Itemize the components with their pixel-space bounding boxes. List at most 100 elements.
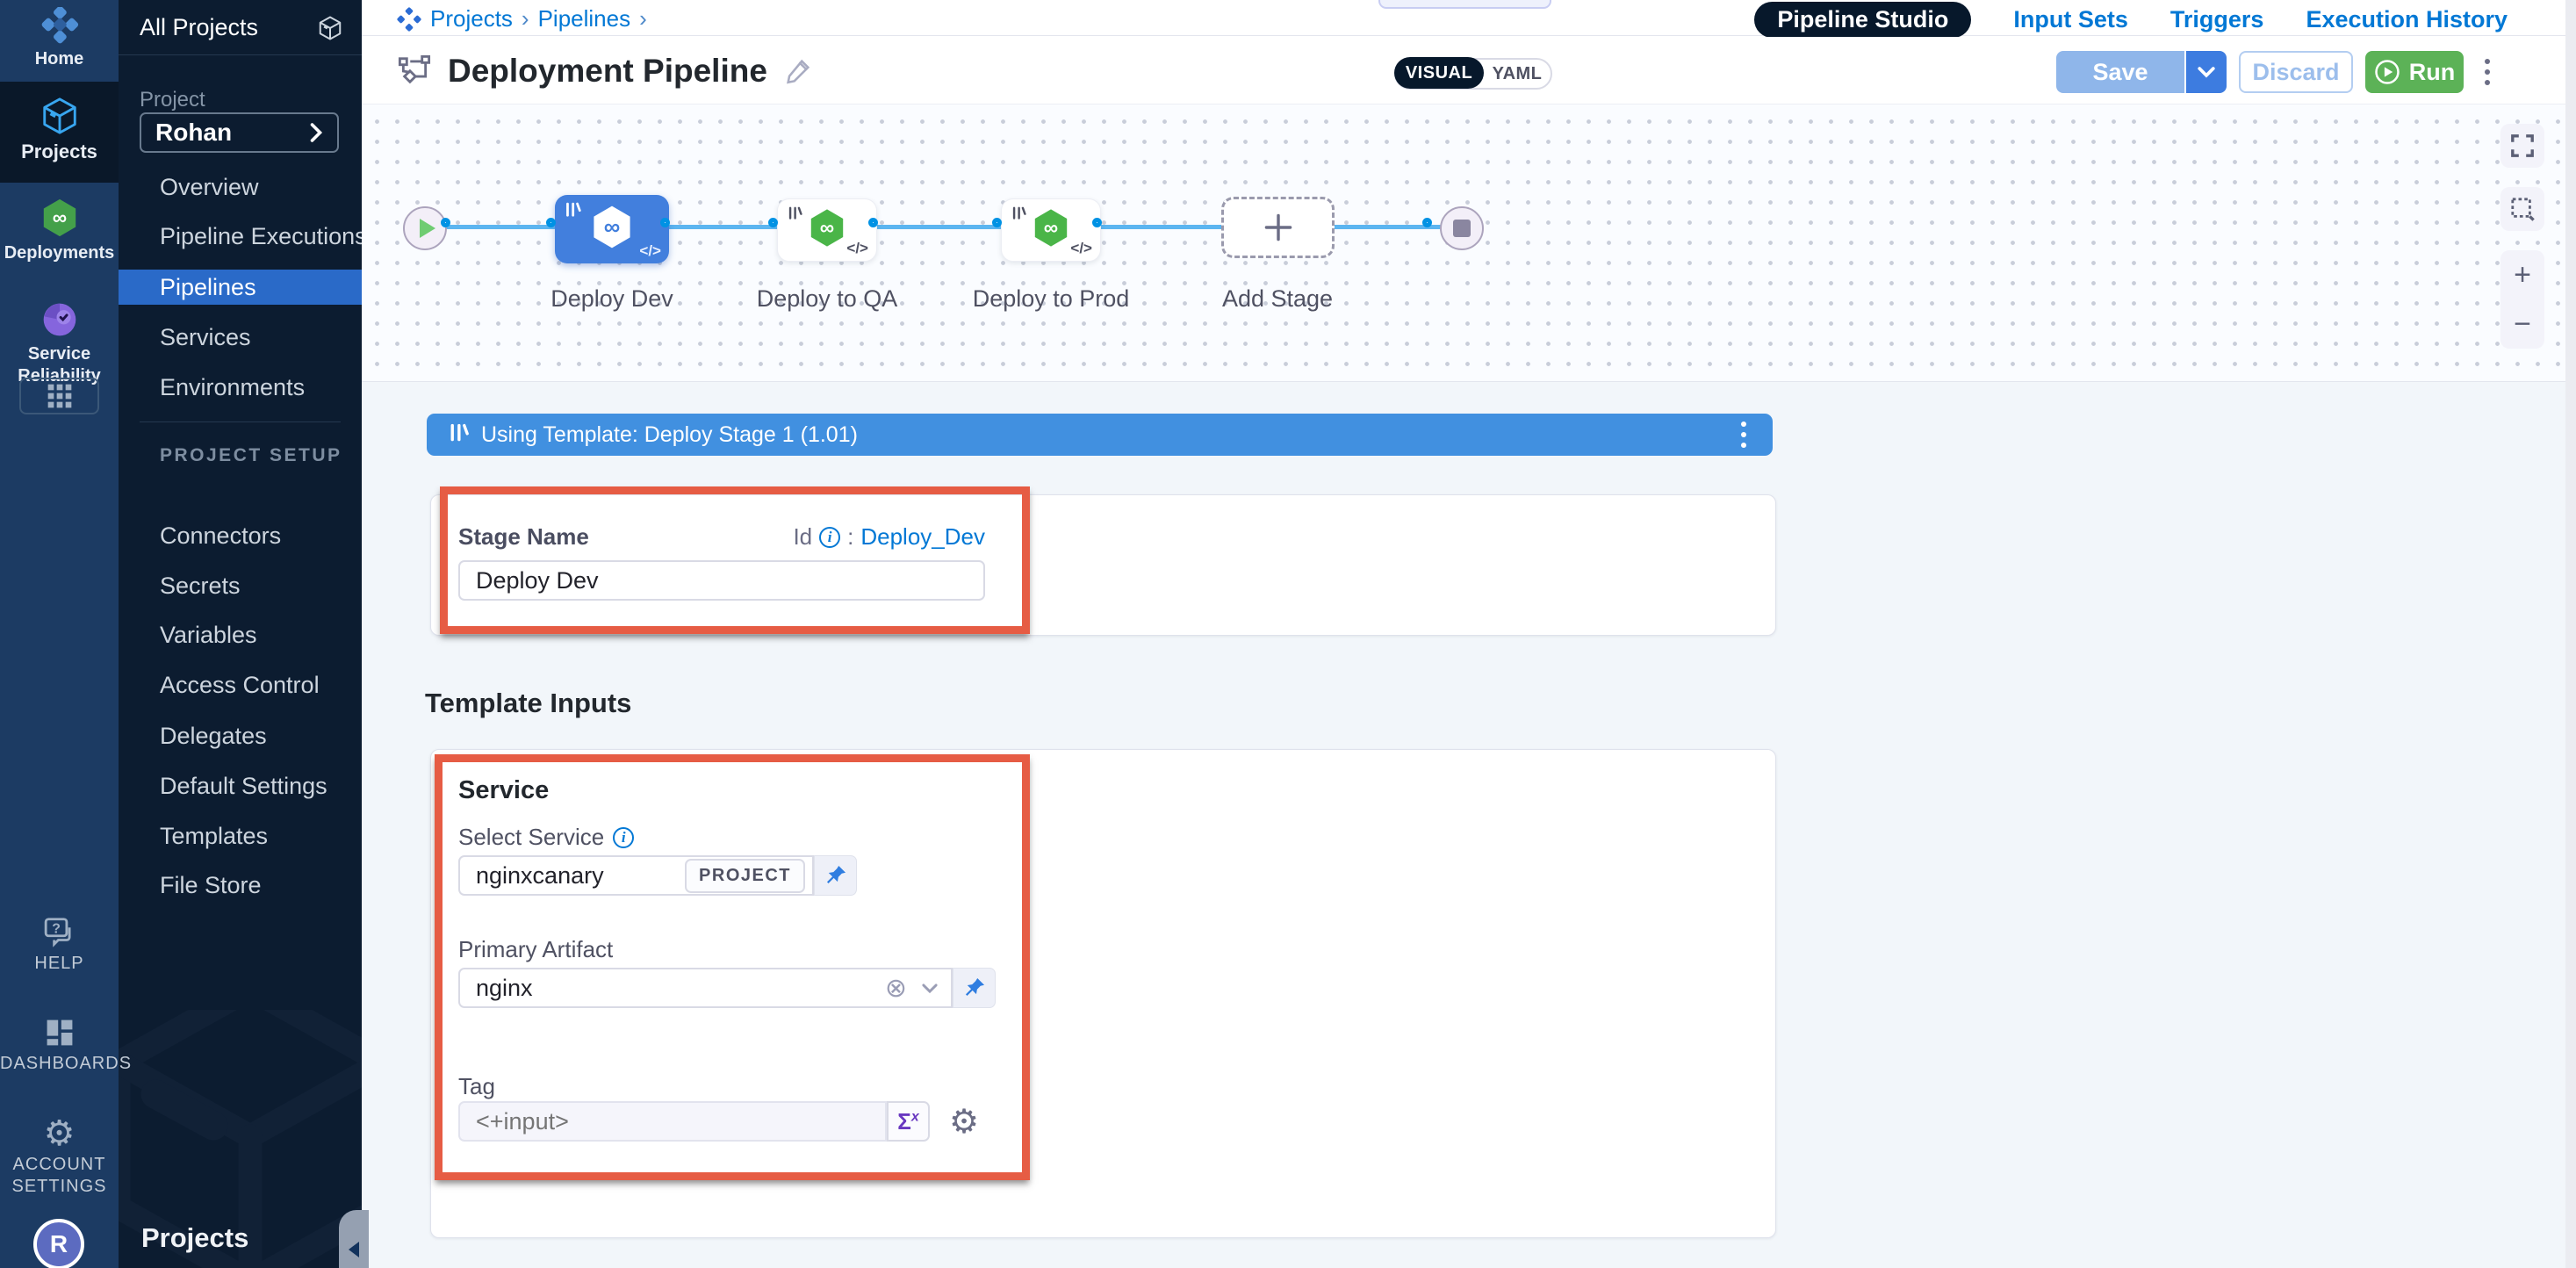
sidebar-item-templates[interactable]: Templates	[119, 818, 362, 854]
all-projects-link[interactable]: All Projects	[140, 14, 258, 41]
expression-button[interactable]: Σx	[887, 1101, 930, 1142]
tab-triggers[interactable]: Triggers	[2170, 6, 2264, 33]
template-inputs-card: Service Select Service i nginxcanary PRO…	[430, 749, 1776, 1238]
sidebar-item-pipeline-executions[interactable]: Pipeline Executions	[119, 219, 362, 254]
template-menu-kebab[interactable]	[1732, 416, 1755, 453]
nav-account-settings[interactable]: ⚙ ACCOUNTSETTINGS	[0, 1113, 119, 1198]
breadcrumb: Projects › Pipelines ›	[397, 5, 647, 32]
sidebar-item-file-store[interactable]: File Store	[119, 868, 362, 903]
canvas-fit-view-button[interactable]	[2500, 124, 2544, 168]
select-service-field[interactable]: nginxcanary PROJECT	[458, 855, 814, 896]
template-bars-icon	[448, 423, 469, 447]
cd-stage-icon: ∞	[807, 208, 847, 253]
artifact-pin-button[interactable]	[953, 968, 996, 1008]
stage-node-deploy-to-qa[interactable]: ∞ </>	[777, 198, 877, 262]
toggle-visual[interactable]: VISUAL	[1394, 57, 1484, 89]
tab-input-sets[interactable]: Input Sets	[2013, 6, 2128, 33]
nav-projects[interactable]: Projects	[0, 82, 119, 183]
discard-button[interactable]: Discard	[2239, 51, 2353, 93]
nav-dashboards[interactable]: DASHBOARDS	[0, 1017, 119, 1075]
sidebar-item-default-settings[interactable]: Default Settings	[119, 768, 362, 803]
breadcrumb-projects-link[interactable]: Projects	[430, 5, 513, 32]
pipeline-menu-kebab[interactable]	[2476, 54, 2499, 90]
nav-help[interactable]: ? HELP	[0, 915, 119, 975]
template-inputs-heading: Template Inputs	[425, 688, 631, 719]
stage-id-value[interactable]: Deploy_Dev	[860, 523, 985, 551]
stage-node-deploy-dev[interactable]: ∞ </>	[555, 195, 669, 263]
sidebar-item-secrets[interactable]: Secrets	[119, 568, 362, 603]
page-scrollbar[interactable]	[2565, 0, 2576, 1268]
nav-deployments[interactable]: ∞ Deployments	[0, 198, 119, 264]
sidebar-item-overview[interactable]: Overview	[119, 169, 362, 205]
nav-dashboards-label: DASHBOARDS	[0, 1053, 119, 1075]
clear-icon[interactable]: ⊗	[885, 973, 907, 1004]
select-service-label: Select Service	[458, 824, 604, 851]
project-label: Project	[140, 88, 205, 112]
stage-name-input[interactable]	[458, 560, 985, 601]
primary-artifact-label: Primary Artifact	[458, 936, 613, 963]
template-bars-icon	[787, 206, 802, 225]
svg-text:∞: ∞	[604, 213, 621, 240]
info-icon[interactable]: i	[613, 827, 634, 848]
info-icon[interactable]: i	[819, 527, 840, 548]
tag-input[interactable]	[458, 1101, 887, 1142]
edit-pencil-icon[interactable]	[783, 56, 813, 86]
sidebar-item-pipelines[interactable]: Pipelines	[119, 270, 362, 305]
tag-settings-gear-icon[interactable]: ⚙	[949, 1102, 979, 1142]
pipeline-canvas[interactable]: ∞ </> ∞ </> ∞ </>	[362, 104, 2565, 382]
add-stage-button[interactable]	[1221, 197, 1335, 258]
cd-stage-icon: ∞	[1031, 208, 1071, 253]
start-play-icon	[420, 219, 435, 238]
partial-popup	[1378, 0, 1551, 9]
module-grid-button[interactable]	[19, 378, 99, 414]
canvas-zoom-controls: + −	[2500, 250, 2544, 349]
harness-pipeline-studio: Home Projects ∞ Deployments ServiceRelia…	[0, 0, 2576, 1268]
dashboards-icon	[43, 1017, 76, 1053]
user-avatar[interactable]: R	[33, 1219, 84, 1268]
sidebar-divider	[140, 421, 341, 422]
nav-home[interactable]: Home	[0, 7, 119, 70]
svg-text:∞: ∞	[1044, 216, 1058, 239]
connector-dot	[992, 218, 1002, 227]
sidebar-item-environments[interactable]: Environments	[119, 370, 362, 405]
chevron-down-icon[interactable]	[921, 983, 939, 994]
help-chat-icon: ?	[42, 915, 77, 953]
canvas-select-button[interactable]	[2500, 187, 2544, 231]
all-projects-cube-icon[interactable]	[316, 15, 344, 41]
stage-id-label: Id	[793, 523, 812, 551]
visual-yaml-toggle[interactable]: VISUAL YAML	[1394, 58, 1552, 90]
zoom-in-button[interactable]: +	[2514, 262, 2531, 288]
tab-pipeline-studio[interactable]: Pipeline Studio	[1754, 2, 1971, 38]
sidebar-collapse-handle[interactable]	[339, 1210, 369, 1268]
nav-service-reliability[interactable]: ServiceReliability	[0, 300, 119, 387]
primary-artifact-field[interactable]: nginx ⊗	[458, 968, 953, 1008]
sidebar-item-delegates[interactable]: Delegates	[119, 718, 362, 753]
project-setup-header: PROJECT SETUP	[160, 445, 342, 466]
harness-logo-icon	[40, 7, 80, 48]
run-play-icon	[2374, 59, 2400, 85]
breadcrumb-pipelines-link[interactable]: Pipelines	[538, 5, 631, 32]
chevron-right-icon	[309, 122, 323, 143]
run-button[interactable]: Run	[2365, 51, 2464, 93]
save-button[interactable]: Save	[2056, 51, 2186, 93]
template-banner: Using Template: Deploy Stage 1 (1.01)	[427, 414, 1773, 456]
sidebar-item-access-control[interactable]: Access Control	[119, 667, 362, 702]
stage-label-deploy-to-qa: Deploy to QA	[757, 285, 898, 313]
zoom-out-button[interactable]: −	[2514, 311, 2531, 337]
save-options-button[interactable]	[2186, 51, 2227, 93]
cube-icon	[39, 96, 81, 140]
sidebar-item-services[interactable]: Services	[119, 320, 362, 355]
tab-execution-history[interactable]: Execution History	[2306, 6, 2508, 33]
project-selector[interactable]: Rohan	[140, 112, 339, 153]
pipeline-end-node	[1440, 206, 1484, 250]
sidebar-item-variables[interactable]: Variables	[119, 617, 362, 652]
artifact-value: nginx	[476, 975, 885, 1002]
stage-node-deploy-to-prod[interactable]: ∞ </>	[1001, 198, 1101, 262]
chevron-down-icon	[2197, 66, 2216, 78]
sidebar-item-connectors[interactable]: Connectors	[119, 518, 362, 553]
toggle-yaml[interactable]: YAML	[1484, 64, 1551, 84]
connector-dot	[660, 218, 670, 227]
harness-breadcrumb-icon	[397, 7, 421, 32]
service-pin-button[interactable]	[814, 855, 857, 896]
plus-icon	[1263, 213, 1293, 242]
